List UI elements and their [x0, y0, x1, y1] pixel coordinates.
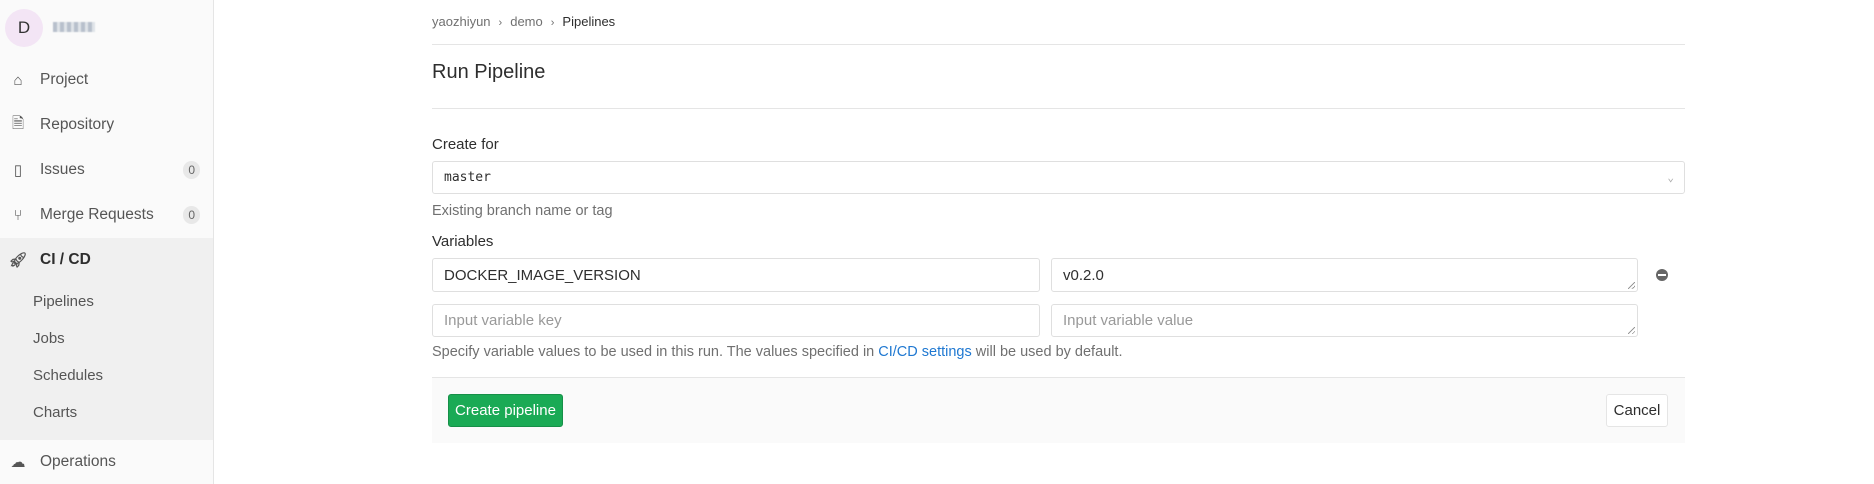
create-pipeline-button[interactable]: Create pipeline — [448, 394, 563, 427]
variables-help-text: Specify variable values to be used in th… — [432, 344, 1122, 360]
branch-select[interactable]: master ⌄ — [432, 161, 1685, 194]
variable-key-input[interactable]: DOCKER_IMAGE_VERSION — [432, 258, 1040, 292]
sidebar-item-merge-requests[interactable]: ⑂ Merge Requests 0 — [0, 195, 214, 235]
issues-count-badge: 0 — [183, 161, 200, 179]
breadcrumb: yaozhiyun › demo › Pipelines — [432, 14, 615, 29]
sidebar-item-label: Project — [40, 71, 89, 88]
form-actions — [432, 377, 1685, 443]
cancel-button[interactable]: Cancel — [1606, 394, 1668, 427]
sidebar-sub-charts[interactable]: Charts — [33, 404, 77, 421]
breadcrumb-project[interactable]: demo — [510, 14, 543, 29]
chevron-right-icon: › — [498, 17, 503, 29]
remove-variable-icon[interactable] — [1656, 269, 1668, 281]
new-variable-value-input[interactable]: Input variable value — [1051, 304, 1638, 337]
home-icon: ⌂ — [13, 71, 23, 89]
sidebar-item-label: Issues — [40, 161, 85, 178]
key-placeholder: Input variable key — [444, 312, 562, 329]
divider — [432, 108, 1685, 109]
sidebar-sub-jobs[interactable]: Jobs — [33, 330, 65, 347]
sidebar-item-label: CI / CD — [40, 251, 91, 268]
sidebar-sub-pipelines[interactable]: Pipelines — [33, 293, 94, 310]
value-placeholder: Input variable value — [1063, 312, 1194, 329]
project-name-blurred[interactable] — [53, 22, 95, 32]
page-title: Run Pipeline — [432, 61, 546, 83]
variable-value-input[interactable]: v0.2.0 — [1051, 258, 1638, 292]
breadcrumb-user[interactable]: yaozhiyun — [432, 14, 491, 29]
sidebar: D ⌂ Project 🗎 Repository ▯ Issues 0 ⑂ Merge R… — [0, 0, 214, 484]
resize-handle-icon[interactable] — [1628, 327, 1635, 334]
help-text-end: will be used by default. — [971, 344, 1123, 360]
resize-handle-icon[interactable] — [1628, 282, 1635, 289]
sidebar-item-operations[interactable]: ☁ Operations — [0, 442, 214, 482]
merge-request-icon: ⑂ — [13, 206, 23, 224]
cloud-gear-icon: ☁ — [10, 454, 26, 471]
new-variable-key-input[interactable]: Input variable key — [432, 304, 1040, 337]
mr-count-badge: 0 — [183, 206, 200, 224]
cicd-settings-link[interactable]: CI/CD settings — [878, 344, 971, 360]
project-avatar[interactable]: D — [5, 9, 43, 47]
sidebar-sub-schedules[interactable]: Schedules — [33, 367, 103, 384]
sidebar-item-repository[interactable]: 🗎 Repository — [0, 105, 214, 145]
branch-value: master — [444, 170, 491, 185]
variable-value-text: v0.2.0 — [1063, 266, 1104, 284]
issues-icon: ▯ — [13, 162, 23, 179]
help-text-start: Specify variable values to be used in th… — [432, 344, 879, 360]
sidebar-item-project[interactable]: ⌂ Project — [0, 60, 214, 100]
sidebar-item-label: Operations — [40, 453, 116, 470]
rocket-icon: 🚀︎ — [8, 252, 28, 269]
chevron-down-icon: ⌄ — [1667, 171, 1674, 184]
doc-icon: 🗎 — [11, 114, 25, 132]
create-for-label: Create for — [432, 136, 499, 153]
sidebar-item-issues[interactable]: ▯ Issues 0 — [0, 150, 214, 190]
breadcrumb-current[interactable]: Pipelines — [562, 14, 615, 29]
branch-help-text: Existing branch name or tag — [432, 203, 613, 219]
divider — [432, 44, 1685, 45]
sidebar-item-cicd[interactable]: 🚀︎ CI / CD — [0, 240, 214, 280]
sidebar-item-label: Repository — [40, 116, 115, 133]
sidebar-item-label: Merge Requests — [40, 206, 154, 223]
variables-label: Variables — [432, 233, 494, 250]
chevron-right-icon: › — [550, 17, 555, 29]
variable-key-value: DOCKER_IMAGE_VERSION — [444, 266, 641, 284]
